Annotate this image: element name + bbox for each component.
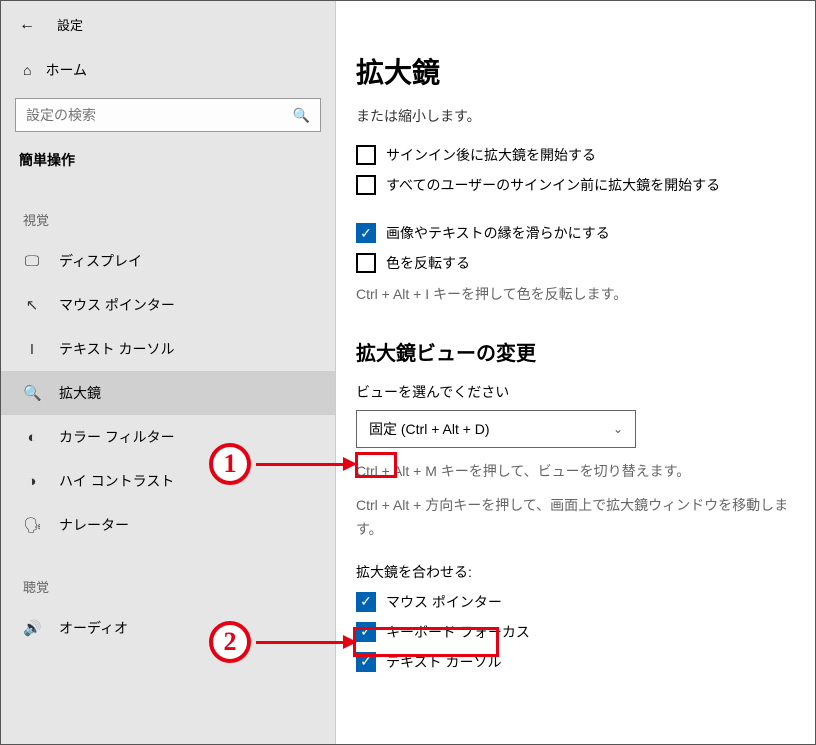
text-cursor-icon: I — [23, 341, 41, 358]
checkbox-checked-icon: ✓ — [356, 652, 376, 672]
page-title: 拡大鏡 — [356, 51, 795, 91]
nav-color-filter-label: カラー フィルター — [59, 427, 175, 447]
nav-magnifier[interactable]: 🔍 拡大鏡 — [1, 371, 335, 415]
nav-high-contrast[interactable]: ◑ ハイ コントラスト — [1, 459, 335, 503]
display-icon: 🖵 — [23, 253, 41, 270]
nav-audio-label: オーディオ — [59, 618, 128, 638]
cb-start-before-signin[interactable]: すべてのユーザーのサインイン前に拡大鏡を開始する — [356, 175, 795, 195]
pointer-icon: ↖ — [23, 296, 41, 314]
nav-display-label: ディスプレイ — [59, 251, 142, 271]
section-view-title: 拡大鏡ビューの変更 — [356, 337, 795, 366]
zoom-desc: または縮小します。 — [356, 105, 795, 127]
color-filter-icon: ◐ — [23, 429, 41, 446]
dropdown-value: 固定 (Ctrl + Alt + D) — [369, 419, 490, 439]
cb-label: 色を反転する — [386, 253, 470, 273]
cb-follow-mouse[interactable]: ✓ マウス ポインター — [356, 592, 795, 612]
nav-display[interactable]: 🖵 ディスプレイ — [1, 239, 335, 283]
cb-start-after-signin[interactable]: サインイン後に拡大鏡を開始する — [356, 145, 795, 165]
nav-magnifier-label: 拡大鏡 — [59, 383, 101, 403]
nav-text-cursor[interactable]: I テキスト カーソル — [1, 327, 335, 371]
group-hearing: 聴覚 — [1, 547, 335, 606]
view-select-dropdown[interactable]: 固定 (Ctrl + Alt + D) ⌄ — [356, 410, 636, 448]
cb-label: すべてのユーザーのサインイン前に拡大鏡を開始する — [386, 175, 720, 195]
cb-label: サインイン後に拡大鏡を開始する — [386, 145, 596, 165]
checkbox-icon — [356, 145, 376, 165]
high-contrast-icon: ◑ — [23, 473, 41, 490]
view-switch-hint: Ctrl + Alt + M キーを押して、ビューを切り替えます。 — [356, 460, 795, 484]
nav-narrator-label: ナレーター — [59, 515, 129, 535]
nav-color-filter[interactable]: ◐ カラー フィルター — [1, 415, 335, 459]
search-input[interactable] — [26, 107, 293, 123]
search-icon: 🔍 — [293, 107, 310, 124]
invert-hint: Ctrl + Alt + I キーを押して色を反転します。 — [356, 283, 795, 307]
main-content: 拡大鏡 または縮小します。 サインイン後に拡大鏡を開始する すべてのユーザーのサ… — [336, 1, 815, 744]
magnifier-icon: 🔍 — [23, 384, 41, 402]
cb-follow-keyboard[interactable]: ✓ キーボード フォーカス — [356, 622, 795, 642]
nav-high-contrast-label: ハイ コントラスト — [59, 471, 174, 491]
settings-title: 設定 — [57, 15, 83, 34]
nav-text-cursor-label: テキスト カーソル — [59, 339, 174, 359]
home-label: ホーム — [45, 60, 87, 80]
home-icon: ⌂ — [23, 62, 31, 78]
checkbox-checked-icon: ✓ — [356, 622, 376, 642]
cb-invert-colors[interactable]: 色を反転する — [356, 253, 795, 273]
cb-label: 画像やテキストの縁を滑らかにする — [386, 223, 610, 243]
cb-label: キーボード フォーカス — [386, 622, 530, 642]
checkbox-checked-icon: ✓ — [356, 223, 376, 243]
cb-follow-text-cursor[interactable]: ✓ テキスト カーソル — [356, 652, 795, 672]
cb-label: テキスト カーソル — [386, 652, 501, 672]
search-box[interactable]: 🔍 — [15, 98, 321, 132]
checkbox-icon — [356, 175, 376, 195]
category-label: 簡単操作 — [1, 150, 335, 180]
group-visual: 視覚 — [1, 180, 335, 239]
checkbox-checked-icon: ✓ — [356, 592, 376, 612]
checkbox-icon — [356, 253, 376, 273]
view-select-label: ビューを選んでください — [356, 382, 795, 402]
home-link[interactable]: ⌂ ホーム — [1, 44, 335, 94]
sidebar: ← 設定 ⌂ ホーム 🔍 簡単操作 視覚 🖵 ディスプレイ ↖ マウス ポインタ… — [1, 1, 336, 744]
cb-label: マウス ポインター — [386, 592, 502, 612]
nav-mouse-pointer[interactable]: ↖ マウス ポインター — [1, 283, 335, 327]
view-move-hint: Ctrl + Alt + 方向キーを押して、画面上で拡大鏡ウィンドウを移動します… — [356, 494, 795, 542]
audio-icon: 🔊 — [23, 619, 41, 637]
back-button[interactable]: ← — [19, 16, 35, 34]
follow-label: 拡大鏡を合わせる: — [356, 562, 795, 582]
nav-audio[interactable]: 🔊 オーディオ — [1, 606, 335, 650]
narrator-icon: 🗣 — [23, 516, 41, 534]
nav-mouse-label: マウス ポインター — [59, 295, 175, 315]
chevron-down-icon: ⌄ — [613, 422, 623, 436]
nav-narrator[interactable]: 🗣 ナレーター — [1, 503, 335, 547]
cb-smooth-edges[interactable]: ✓ 画像やテキストの縁を滑らかにする — [356, 223, 795, 243]
